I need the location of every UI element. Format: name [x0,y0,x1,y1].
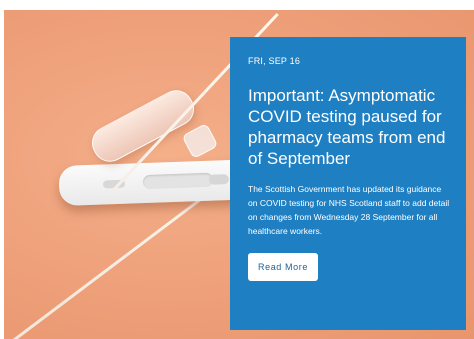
result-window [142,172,214,190]
post-title[interactable]: Important: Asymptomatic COVID testing pa… [248,85,450,169]
result-window-end [208,174,230,185]
tube-cap [181,122,219,160]
read-more-button[interactable]: Read More [248,253,318,281]
news-card: FRI, SEP 16 Important: Asymptomatic COVI… [230,37,466,330]
post-date: FRI, SEP 16 [248,56,301,66]
post-summary: The Scottish Government has updated its … [248,184,450,236]
news-feature: FRI, SEP 16 Important: Asymptomatic COVI… [0,0,474,339]
